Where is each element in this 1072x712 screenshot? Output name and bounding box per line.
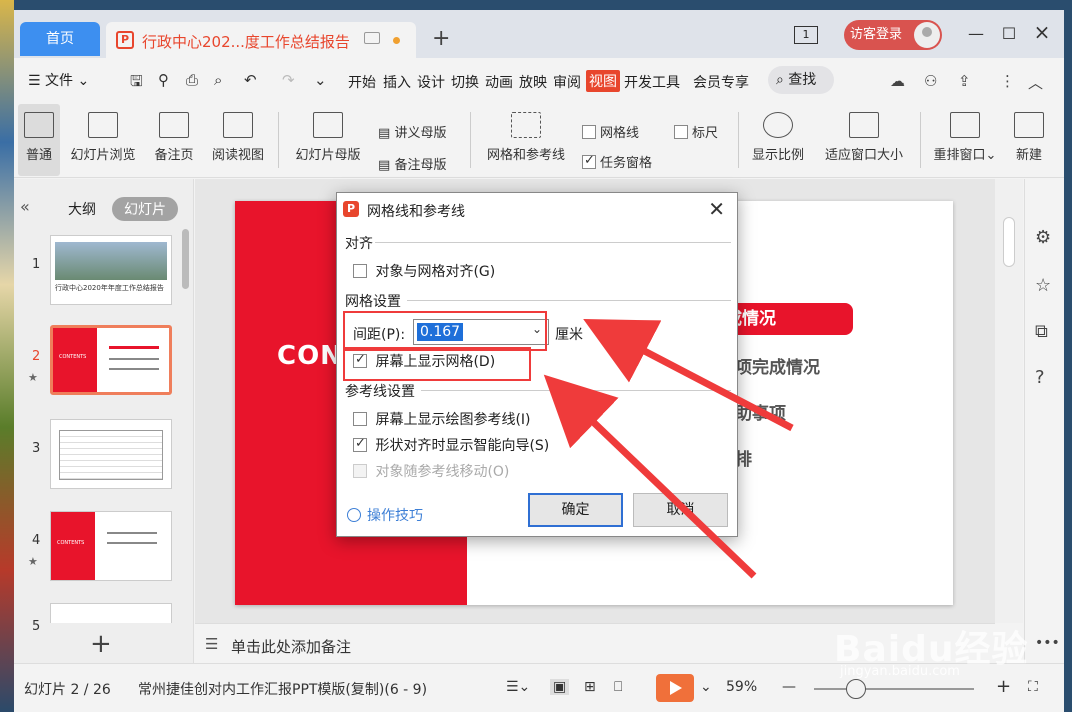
desktop-background xyxy=(0,0,14,712)
arrow-to-show-grid xyxy=(543,374,757,579)
arrow-to-spacing xyxy=(583,319,794,432)
wps-window: 首页 P 行政中心202...度工作总结报告 + 1 访客登录 — ☐ × ☰ … xyxy=(14,10,1064,712)
annotation-arrows xyxy=(543,319,794,579)
